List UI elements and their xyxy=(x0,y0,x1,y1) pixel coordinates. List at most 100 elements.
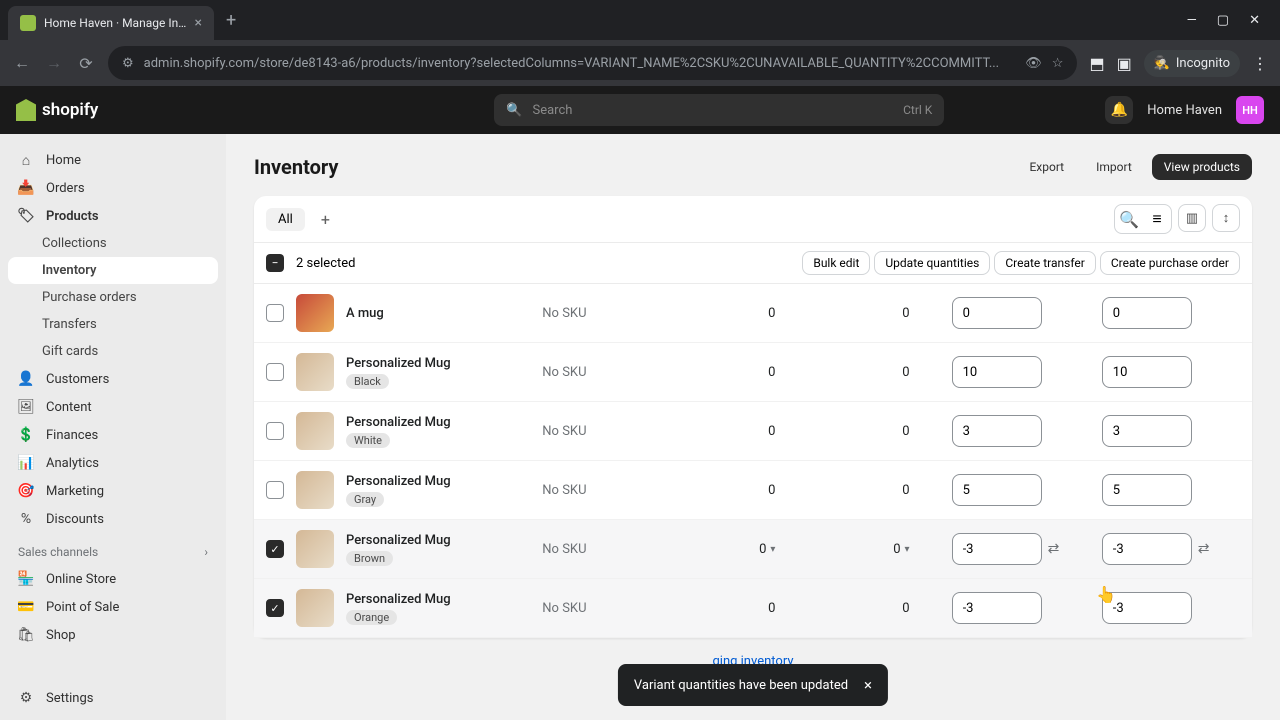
view-products-button[interactable]: View products xyxy=(1152,154,1252,180)
onhand-input[interactable] xyxy=(1102,474,1192,506)
notifications-button[interactable]: 🔔 xyxy=(1105,96,1133,124)
sidebar-item-products[interactable]: 🏷Products xyxy=(8,202,218,230)
product-cell[interactable]: A mug xyxy=(346,306,530,321)
table-row[interactable]: Personalized MugGrayNo SKU00 xyxy=(254,461,1252,520)
product-cell[interactable]: Personalized MugWhite xyxy=(346,415,530,448)
tab-all[interactable]: All xyxy=(266,208,305,231)
table-row[interactable]: A mugNo SKU00 xyxy=(254,284,1252,343)
store-name[interactable]: Home Haven xyxy=(1147,103,1222,118)
export-button[interactable]: Export xyxy=(1017,154,1076,180)
new-tab-button[interactable]: + xyxy=(226,10,236,31)
committed-cell[interactable]: 0▾ xyxy=(817,542,939,557)
sidebar-item-transfers[interactable]: Transfers xyxy=(8,311,218,338)
browser-tab[interactable]: Home Haven · Manage Invento × xyxy=(8,6,214,40)
sidebar-item-settings[interactable]: ⚙Settings xyxy=(8,684,218,712)
sidebar-item-inventory[interactable]: Inventory xyxy=(8,257,218,284)
product-thumbnail[interactable] xyxy=(296,589,334,627)
add-view-button[interactable]: + xyxy=(313,210,338,229)
bulk-edit-button[interactable]: Bulk edit xyxy=(802,251,870,275)
toast-close-button[interactable]: × xyxy=(864,676,872,694)
extensions-icon[interactable]: ⬒ xyxy=(1089,54,1104,73)
sidebar-item-online-store[interactable]: 🏪Online Store xyxy=(8,565,218,593)
back-icon[interactable]: ← xyxy=(12,53,32,73)
available-input[interactable] xyxy=(952,356,1042,388)
sidebar-item-discounts[interactable]: %Discounts xyxy=(8,505,218,533)
address-bar[interactable]: ⚙ admin.shopify.com/store/de8143-a6/prod… xyxy=(108,46,1077,80)
sidebar-item-finances[interactable]: 💲Finances xyxy=(8,421,218,449)
product-cell[interactable]: Personalized MugBlack xyxy=(346,356,530,389)
sidebar-item-content[interactable]: 🖼Content xyxy=(8,393,218,421)
search-input[interactable]: 🔍 Search Ctrl K xyxy=(494,94,944,126)
sidebar: ⌂Home 📥Orders 🏷Products Collections Inve… xyxy=(0,134,226,720)
eye-off-icon[interactable]: 👁 xyxy=(1025,56,1042,71)
create-purchase-order-button[interactable]: Create purchase order xyxy=(1100,251,1240,275)
onhand-input[interactable] xyxy=(1102,415,1192,447)
select-all-checkbox[interactable]: − xyxy=(266,254,284,272)
sidebar-label: Orders xyxy=(46,181,85,196)
row-checkbox[interactable]: ✓ xyxy=(266,599,284,617)
sidebar-item-home[interactable]: ⌂Home xyxy=(8,146,218,174)
site-settings-icon[interactable]: ⚙ xyxy=(122,56,134,71)
product-cell[interactable]: Personalized MugBrown xyxy=(346,533,530,566)
available-input[interactable] xyxy=(952,415,1042,447)
maximize-icon[interactable]: ▢ xyxy=(1217,13,1229,28)
row-checkbox[interactable] xyxy=(266,304,284,322)
forward-icon[interactable]: → xyxy=(44,53,64,73)
import-button[interactable]: Import xyxy=(1084,154,1144,180)
onhand-input[interactable] xyxy=(1102,356,1192,388)
onhand-input[interactable] xyxy=(1102,592,1192,624)
row-checkbox[interactable]: ✓ xyxy=(266,540,284,558)
sort-button[interactable]: ↕ xyxy=(1212,204,1240,232)
product-cell[interactable]: Personalized MugGray xyxy=(346,474,530,507)
sidebar-item-marketing[interactable]: 🎯Marketing xyxy=(8,477,218,505)
shopify-logo[interactable]: shopify xyxy=(16,99,98,121)
section-label: Sales channels xyxy=(18,545,98,559)
close-icon[interactable]: × xyxy=(195,15,202,31)
available-input[interactable] xyxy=(952,297,1042,329)
available-input[interactable] xyxy=(952,474,1042,506)
available-input[interactable] xyxy=(952,592,1042,624)
product-thumbnail[interactable] xyxy=(296,530,334,568)
unavailable-cell[interactable]: 0▾ xyxy=(683,542,805,557)
product-cell[interactable]: Personalized MugOrange xyxy=(346,592,530,625)
chevron-down-icon[interactable]: ▾ xyxy=(905,544,910,555)
reload-icon[interactable]: ⟳ xyxy=(76,54,96,73)
sidebar-item-gift-cards[interactable]: Gift cards xyxy=(8,338,218,365)
row-checkbox[interactable] xyxy=(266,481,284,499)
table-row[interactable]: ✓Personalized MugOrangeNo SKU00 xyxy=(254,579,1252,638)
table-row[interactable]: Personalized MugWhiteNo SKU00 xyxy=(254,402,1252,461)
product-thumbnail[interactable] xyxy=(296,353,334,391)
sidebar-item-analytics[interactable]: 📊Analytics xyxy=(8,449,218,477)
adjust-icon[interactable]: ⇄ xyxy=(1048,541,1060,557)
chevron-down-icon[interactable]: ▾ xyxy=(770,544,775,555)
available-input[interactable] xyxy=(952,533,1042,565)
chevron-right-icon[interactable]: › xyxy=(204,545,208,559)
panel-icon[interactable]: ▣ xyxy=(1117,54,1132,73)
close-window-icon[interactable]: ✕ xyxy=(1249,13,1260,28)
avatar[interactable]: HH xyxy=(1236,96,1264,124)
sidebar-item-purchase-orders[interactable]: Purchase orders xyxy=(8,284,218,311)
menu-icon[interactable]: ⋮ xyxy=(1252,54,1268,73)
row-checkbox[interactable] xyxy=(266,363,284,381)
search-filter-button[interactable]: 🔍 ≡ xyxy=(1114,204,1172,234)
minimize-icon[interactable]: — xyxy=(1187,13,1197,28)
onhand-input[interactable] xyxy=(1102,533,1192,565)
adjust-icon[interactable]: ⇄ xyxy=(1198,541,1210,557)
table-row[interactable]: Personalized MugBlackNo SKU00 xyxy=(254,343,1252,402)
onhand-input[interactable] xyxy=(1102,297,1192,329)
create-transfer-button[interactable]: Create transfer xyxy=(994,251,1096,275)
bookmark-icon[interactable]: ☆ xyxy=(1052,56,1064,71)
sidebar-item-point-of-sale[interactable]: 💳Point of Sale xyxy=(8,593,218,621)
gear-icon: ⚙ xyxy=(18,690,34,706)
product-thumbnail[interactable] xyxy=(296,294,334,332)
sidebar-item-orders[interactable]: 📥Orders xyxy=(8,174,218,202)
sidebar-item-customers[interactable]: 👤Customers xyxy=(8,365,218,393)
row-checkbox[interactable] xyxy=(266,422,284,440)
columns-button[interactable]: ▥ xyxy=(1178,204,1206,232)
product-thumbnail[interactable] xyxy=(296,412,334,450)
sidebar-item-collections[interactable]: Collections xyxy=(8,230,218,257)
table-row[interactable]: ✓Personalized MugBrownNo SKU0▾0▾⇄⇄ xyxy=(254,520,1252,579)
update-quantities-button[interactable]: Update quantities xyxy=(874,251,990,275)
sidebar-item-shop[interactable]: 🛍Shop xyxy=(8,621,218,649)
product-thumbnail[interactable] xyxy=(296,471,334,509)
